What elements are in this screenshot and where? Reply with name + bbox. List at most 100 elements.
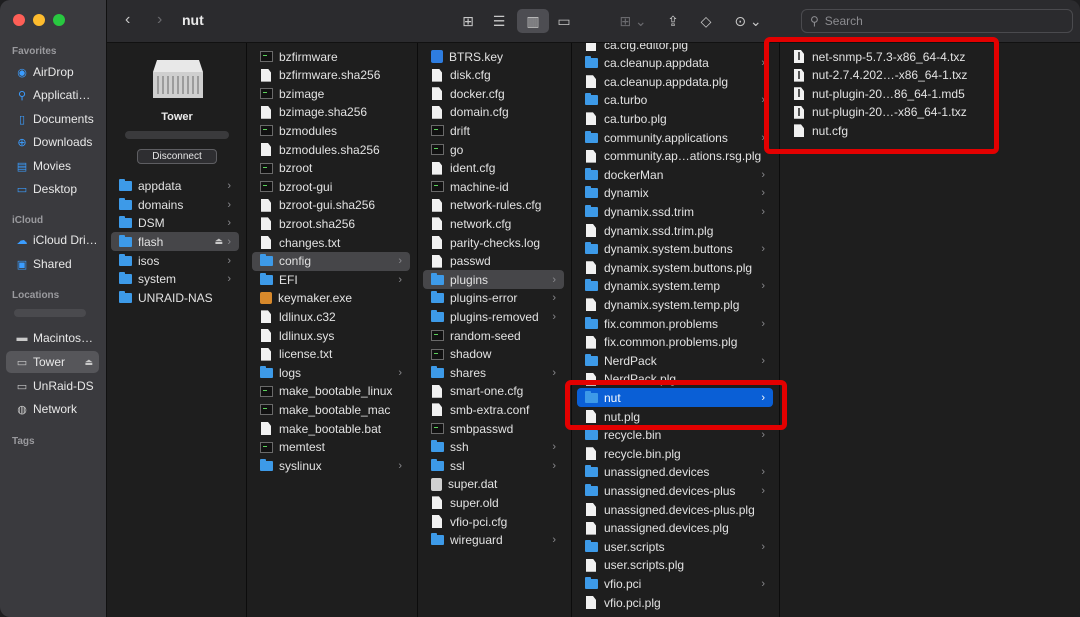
file-row[interactable]: network-rules.cfg xyxy=(423,196,564,215)
share-unraid-nas[interactable]: UNRAID-NAS xyxy=(111,288,239,307)
minimize-window-button[interactable] xyxy=(33,14,45,26)
folder-row[interactable]: ssh › xyxy=(423,438,564,457)
gallery-view-icon[interactable]: ▭ xyxy=(553,9,575,33)
share-icon[interactable]: ⇪ xyxy=(662,9,684,33)
file-row[interactable]: unassigned.devices.plg xyxy=(577,519,773,538)
file-row[interactable]: ca.turbo.plg xyxy=(577,109,773,128)
file-row[interactable]: vfio.pci.plg xyxy=(577,593,773,612)
file-row[interactable]: vfio-pci.cfg xyxy=(423,512,564,531)
file-row[interactable]: bzroot.sha256 xyxy=(252,214,410,233)
eject-icon[interactable]: ⏏ xyxy=(214,236,223,247)
file-row[interactable]: ca.cleanup.appdata.plg xyxy=(577,72,773,91)
folder-row[interactable]: NerdPack › xyxy=(577,351,773,370)
folder-row[interactable]: dynamix.ssd.trim › xyxy=(577,202,773,221)
list-view-icon[interactable]: ☰ xyxy=(488,9,510,33)
folder-row[interactable]: logs › xyxy=(252,363,410,382)
forward-button[interactable]: › xyxy=(157,11,162,29)
file-row[interactable]: bzroot-gui xyxy=(252,177,410,196)
file-row[interactable]: domain.cfg xyxy=(423,103,564,122)
file-row[interactable]: random-seed xyxy=(423,326,564,345)
search-input[interactable]: ⚲ Search xyxy=(801,9,1073,33)
file-row[interactable]: smbpasswd xyxy=(423,419,564,438)
sidebar-item-movies[interactable]: ▤ Movies xyxy=(6,155,99,177)
file-row[interactable]: bzfirmware xyxy=(252,47,410,66)
folder-row[interactable]: syslinux › xyxy=(252,456,410,475)
file-row[interactable]: network.cfg xyxy=(423,214,564,233)
file-row[interactable]: smb-extra.conf xyxy=(423,400,564,419)
file-row[interactable]: passwd xyxy=(423,252,564,271)
file-row[interactable]: make_bootable.bat xyxy=(252,419,410,438)
folder-row[interactable]: shares › xyxy=(423,363,564,382)
folder-row[interactable]: community.applications › xyxy=(577,128,773,147)
folder-row[interactable]: plugins › xyxy=(423,270,564,290)
file-row[interactable]: machine-id xyxy=(423,177,564,196)
file-row[interactable]: bzmodules.sha256 xyxy=(252,140,410,159)
file-row[interactable]: recycle.bin.plg xyxy=(577,444,773,463)
sidebar-item-unraid-ds[interactable]: ▭ UnRaid-DS xyxy=(6,375,99,397)
folder-row[interactable]: dynamix › xyxy=(577,184,773,203)
folder-row[interactable]: ca.cleanup.appdata › xyxy=(577,54,773,73)
share-isos[interactable]: isos › xyxy=(111,251,239,270)
tag-icon[interactable]: ◇ xyxy=(695,9,717,33)
file-row[interactable]: community.ap…ations.rsg.plg xyxy=(577,147,773,166)
file-row[interactable]: smart-one.cfg xyxy=(423,382,564,401)
folder-row[interactable]: plugins-error › xyxy=(423,289,564,308)
close-window-button[interactable] xyxy=(13,14,25,26)
file-row[interactable]: make_bootable_linux xyxy=(252,382,410,401)
folder-row[interactable]: ssl › xyxy=(423,456,564,475)
file-row[interactable]: ident.cfg xyxy=(423,159,564,178)
folder-row[interactable]: EFI › xyxy=(252,270,410,289)
share-dsm[interactable]: DSM › xyxy=(111,213,239,232)
file-row[interactable]: dynamix.system.buttons.plg xyxy=(577,258,773,277)
folder-row[interactable]: dockerMan › xyxy=(577,165,773,184)
file-row[interactable]: docker.cfg xyxy=(423,84,564,103)
file-row[interactable]: go xyxy=(423,140,564,159)
file-row[interactable]: memtest xyxy=(252,438,410,457)
share-appdata[interactable]: appdata › xyxy=(111,176,239,195)
file-row[interactable]: disk.cfg xyxy=(423,66,564,85)
file-row[interactable]: bzroot xyxy=(252,159,410,178)
share-flash[interactable]: flash ⏏ › xyxy=(111,232,239,251)
folder-row[interactable]: fix.common.problems › xyxy=(577,314,773,333)
file-row[interactable]: fix.common.problems.plg xyxy=(577,333,773,352)
file-row[interactable]: super.dat xyxy=(423,475,564,494)
file-row[interactable]: bzimage.sha256 xyxy=(252,103,410,122)
sidebar-item-desktop[interactable]: ▭ Desktop xyxy=(6,178,99,200)
file-row[interactable]: BTRS.key xyxy=(423,47,564,66)
back-button[interactable]: ‹ xyxy=(125,11,130,29)
file-row[interactable]: unassigned.devices-plus.plg xyxy=(577,500,773,519)
sidebar-item-applications[interactable]: ⚲ Applicati… xyxy=(6,84,99,106)
file-row[interactable]: drift xyxy=(423,121,564,140)
file-row[interactable]: dynamix.ssd.trim.plg xyxy=(577,221,773,240)
folder-row[interactable]: config › xyxy=(252,251,410,271)
folder-row[interactable]: dynamix.system.buttons › xyxy=(577,240,773,259)
file-row[interactable]: ldlinux.sys xyxy=(252,326,410,345)
file-row[interactable]: keymaker.exe xyxy=(252,289,410,308)
file-row[interactable]: make_bootable_mac xyxy=(252,400,410,419)
sidebar-item-icloud-drive[interactable]: ☁ iCloud Dri… xyxy=(6,229,99,251)
file-row[interactable]: bzimage xyxy=(252,84,410,103)
sidebar-item-macintosh-hd[interactable]: ▬ Macintos… xyxy=(6,327,99,349)
share-system[interactable]: system › xyxy=(111,269,239,288)
sidebar-item-airdrop[interactable]: ◉ AirDrop xyxy=(6,61,99,83)
zoom-window-button[interactable] xyxy=(53,14,65,26)
more-actions-icon[interactable]: ⊙ ⌄ xyxy=(731,9,765,33)
folder-row[interactable]: unassigned.devices-plus › xyxy=(577,481,773,500)
file-row[interactable]: user.scripts.plg xyxy=(577,556,773,575)
sidebar-item-documents[interactable]: ▯ Documents xyxy=(6,108,99,130)
folder-row[interactable]: ca.turbo › xyxy=(577,91,773,110)
column-view-icon[interactable]: ▥ xyxy=(517,9,549,33)
file-row[interactable]: super.old xyxy=(423,493,564,512)
folder-row[interactable]: vfio.pci › xyxy=(577,574,773,593)
file-row[interactable]: ldlinux.c32 xyxy=(252,307,410,326)
file-row[interactable]: parity-checks.log xyxy=(423,233,564,252)
sidebar-item-tower[interactable]: ▭ Tower ⏏ xyxy=(6,351,99,373)
disconnect-button[interactable]: Disconnect xyxy=(137,149,217,164)
file-row[interactable]: bzroot-gui.sha256 xyxy=(252,196,410,215)
share-domains[interactable]: domains › xyxy=(111,195,239,214)
group-by-icon[interactable]: ⊞ ⌄ xyxy=(616,9,650,33)
sidebar-item-shared[interactable]: ▣ Shared xyxy=(6,253,99,275)
file-row[interactable]: shadow xyxy=(423,345,564,364)
icon-view-icon[interactable]: ⊞ xyxy=(457,9,479,33)
sidebar-item-network[interactable]: ◍ Network xyxy=(6,398,99,420)
